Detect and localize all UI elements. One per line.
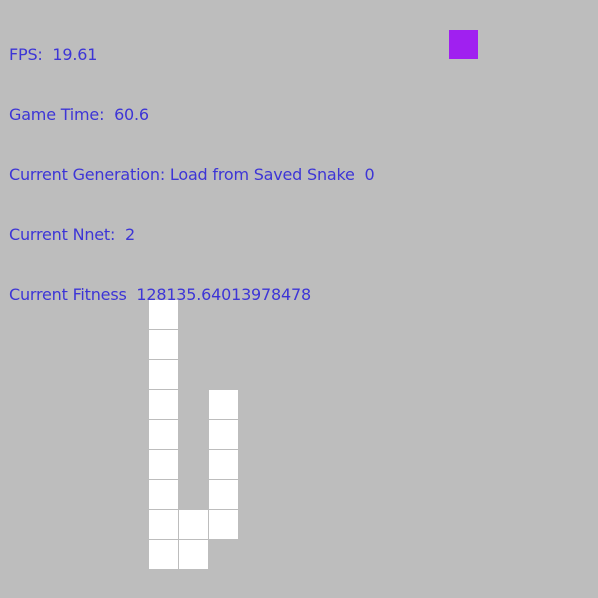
fitness-readout: Current Fitness 128135.64013978478 — [9, 285, 374, 305]
snake-segment — [149, 450, 178, 479]
hud-panel: FPS: 19.61 Game Time: 60.6 Current Gener… — [9, 5, 375, 325]
fps-readout: FPS: 19.61 — [9, 45, 374, 65]
fps-value: 19.61 — [52, 45, 98, 64]
generation-index: 0 — [364, 165, 375, 184]
fitness-value: 128135.64013978478 — [136, 285, 311, 304]
nnet-label: Current Nnet: — [9, 225, 116, 244]
snake-segment — [149, 390, 178, 419]
game-time-label: Game Time: — [9, 105, 105, 124]
generation-label: Current Generation: — [9, 165, 166, 184]
generation-readout: Current Generation: Load from Saved Snak… — [9, 165, 375, 185]
snake-segment — [209, 420, 238, 449]
snake-segment — [149, 360, 178, 389]
snake-segment — [209, 480, 238, 509]
snake-segment — [179, 540, 208, 569]
snake-segment — [209, 450, 238, 479]
snake-segment — [149, 330, 178, 359]
snake-segment — [149, 480, 178, 509]
generation-value: Load from Saved Snake — [169, 165, 355, 184]
nnet-readout: Current Nnet: 2 — [9, 225, 374, 245]
snake-segment — [149, 540, 178, 569]
game-time-value: 60.6 — [114, 105, 149, 124]
snake-segment — [149, 510, 178, 539]
fitness-label: Current Fitness — [9, 285, 127, 304]
fps-label: FPS: — [9, 45, 43, 64]
snake-segment — [179, 510, 208, 539]
snake-segment — [209, 510, 238, 539]
snake-segment — [149, 420, 178, 449]
food-pellet — [449, 30, 478, 59]
game-time-readout: Game Time: 60.6 — [9, 105, 374, 125]
nnet-value: 2 — [124, 225, 135, 244]
snake-segment — [209, 390, 238, 419]
